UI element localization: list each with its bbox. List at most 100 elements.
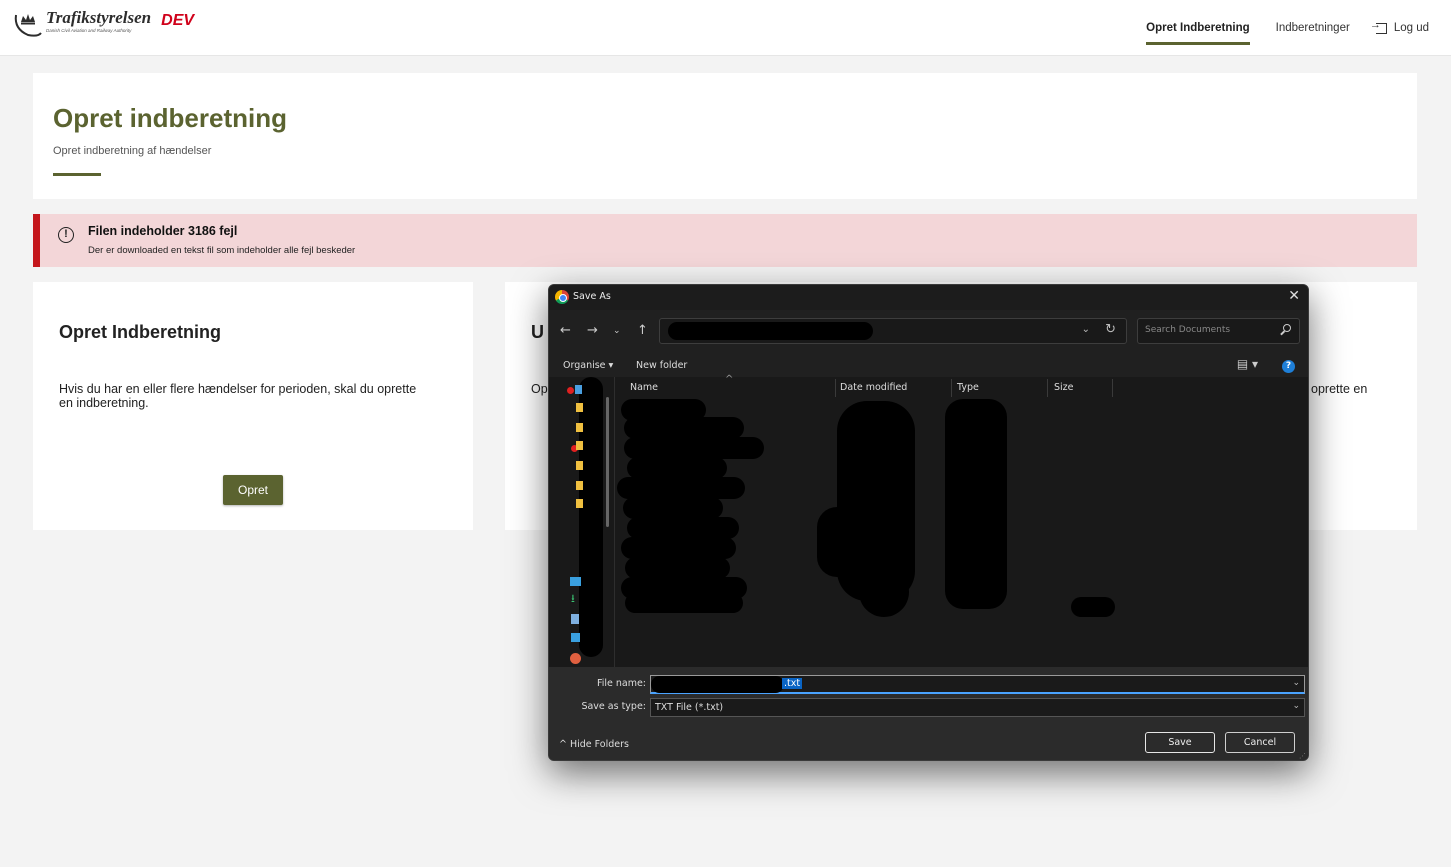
logo-name: Trafikstyrelsen xyxy=(46,8,152,27)
upload-card-text-end: oprette en xyxy=(1311,382,1368,396)
search-icon xyxy=(1283,324,1291,332)
folder-icon xyxy=(576,461,583,470)
redacted-size xyxy=(1071,597,1115,617)
music-icon xyxy=(570,653,581,664)
new-folder-button[interactable]: New folder xyxy=(636,360,687,371)
error-folder-icon xyxy=(567,387,574,394)
column-name[interactable]: Name xyxy=(630,382,658,393)
folder-icon xyxy=(576,441,583,450)
cancel-button[interactable]: Cancel xyxy=(1225,732,1295,753)
folder-icon xyxy=(575,385,582,394)
main-nav: Opret Indberetning Indberetninger Log ud xyxy=(1120,0,1429,56)
close-icon[interactable]: ✕ xyxy=(1288,288,1300,304)
upload-card-title: U xyxy=(531,322,544,342)
redacted-file-name xyxy=(617,477,745,499)
filename-input[interactable]: .txt ⌄ xyxy=(650,675,1305,694)
logout-icon xyxy=(1370,19,1387,34)
redacted-dates xyxy=(817,507,857,577)
create-card-text: Hvis du har en eller flere hændelser for… xyxy=(59,382,417,410)
savetype-value: TXT File (*.txt) xyxy=(655,702,724,713)
redacted-file-name xyxy=(627,457,727,479)
hide-folders-toggle[interactable]: ^ Hide Folders xyxy=(559,739,629,750)
alert-text: Der er downloaded en tekst fil som indeh… xyxy=(88,245,356,256)
chrome-icon xyxy=(555,290,569,304)
redacted-path xyxy=(668,322,873,340)
column-date-modified[interactable]: Date modified xyxy=(840,382,907,393)
folder-icon xyxy=(576,403,583,412)
page-subtitle: Opret indberetning af hændelser xyxy=(53,145,212,157)
forward-arrow-icon[interactable]: → xyxy=(587,323,598,338)
savetype-label: Save as type: xyxy=(581,701,646,712)
column-separator[interactable] xyxy=(951,379,952,397)
refresh-icon[interactable]: ↻ xyxy=(1105,322,1116,337)
address-chevron-icon[interactable]: ⌄ xyxy=(1082,324,1090,335)
column-type[interactable]: Type xyxy=(957,382,979,393)
view-options-icon[interactable]: ▤ ▾ xyxy=(1237,357,1258,371)
redacted-dates xyxy=(859,567,909,617)
top-header: Trafikstyrelsen Danish Civil Aviation an… xyxy=(0,0,1451,56)
page-title: Opret indberetning xyxy=(53,103,287,133)
filename-extension: .txt xyxy=(782,678,803,689)
savetype-chevron-icon[interactable]: ⌄ xyxy=(1292,701,1300,711)
filename-chevron-icon[interactable]: ⌄ xyxy=(1292,678,1300,688)
redacted-file-name xyxy=(627,517,739,539)
folder-icon xyxy=(576,423,583,432)
redacted-nav-labels xyxy=(579,377,603,657)
save-as-dialog: Save As ✕ ← → ⌄ ↑ ⌄ ↻ Search Documents O… xyxy=(548,284,1309,761)
documents-icon xyxy=(571,614,579,624)
help-icon[interactable]: ? xyxy=(1282,360,1295,373)
env-tag: DEV xyxy=(161,12,195,29)
nav-pane-scrollbar[interactable] xyxy=(606,397,609,527)
filename-label: File name: xyxy=(596,678,646,689)
save-form: File name: .txt ⌄ Save as type: TXT File… xyxy=(549,667,1308,760)
crown-logo-icon xyxy=(12,9,42,39)
address-bar[interactable]: ⌄ ↻ xyxy=(659,318,1127,344)
nav-logout[interactable]: Log ud xyxy=(1370,0,1429,56)
create-report-card: Opret Indberetning Hvis du har en eller … xyxy=(33,282,473,530)
create-button[interactable]: Opret xyxy=(223,475,283,505)
up-arrow-icon[interactable]: ↑ xyxy=(637,323,648,338)
sort-caret-icon: ^ xyxy=(725,374,734,385)
dialog-titlebar[interactable]: Save As ✕ xyxy=(549,285,1308,310)
redacted-file-name xyxy=(624,417,744,439)
column-separator[interactable] xyxy=(835,379,836,397)
file-browser: ⭳ ^ Name Date modified Type Size xyxy=(549,374,1308,667)
logo[interactable]: Trafikstyrelsen Danish Civil Aviation an… xyxy=(12,9,194,39)
nav-create-report[interactable]: Opret Indberetning xyxy=(1146,0,1250,56)
recent-chevron-icon[interactable]: ⌄ xyxy=(613,326,621,336)
pictures-icon xyxy=(571,633,580,642)
alert-title: Filen indeholder 3186 fejl xyxy=(88,224,238,238)
savetype-select[interactable]: TXT File (*.txt) ⌄ xyxy=(650,698,1305,717)
folder-icon xyxy=(576,499,583,508)
organise-menu[interactable]: Organise ▾ xyxy=(563,360,613,371)
create-card-title: Opret Indberetning xyxy=(59,322,221,342)
folder-icon xyxy=(576,481,583,490)
column-size[interactable]: Size xyxy=(1054,382,1074,393)
upload-card-text: Op xyxy=(531,382,548,396)
navigation-pane[interactable]: ⭳ xyxy=(549,377,615,667)
dialog-toolbar: Organise ▾ New folder ▤ ▾ ? xyxy=(549,355,1308,377)
redacted-file-name xyxy=(623,497,723,519)
column-separator[interactable] xyxy=(1047,379,1048,397)
redacted-file-name xyxy=(625,593,743,613)
search-placeholder: Search Documents xyxy=(1145,325,1231,335)
save-button[interactable]: Save xyxy=(1145,732,1215,753)
page-header-panel: Opret indberetning Opret indberetning af… xyxy=(33,73,1417,199)
logout-label: Log ud xyxy=(1393,22,1429,34)
resize-grip-icon[interactable]: ⋰ xyxy=(1299,752,1306,760)
redacted-filename xyxy=(651,676,784,693)
redacted-types xyxy=(945,399,1007,609)
redacted-file-name xyxy=(625,557,730,579)
column-separator[interactable] xyxy=(1112,379,1113,397)
error-alert: ! Filen indeholder 3186 fejl Der er down… xyxy=(33,214,1417,267)
dialog-navbar: ← → ⌄ ↑ ⌄ ↻ Search Documents xyxy=(549,316,1308,348)
back-arrow-icon[interactable]: ← xyxy=(560,323,571,338)
dialog-title: Save As xyxy=(573,291,611,302)
search-input[interactable]: Search Documents xyxy=(1137,318,1300,344)
logo-subtitle: Danish Civil Aviation and Railway Author… xyxy=(46,28,132,33)
redacted-file-name xyxy=(624,437,764,459)
title-underline xyxy=(53,173,101,176)
desktop-icon xyxy=(570,577,581,586)
redacted-file-name xyxy=(621,537,736,559)
nav-reports[interactable]: Indberetninger xyxy=(1276,0,1350,56)
